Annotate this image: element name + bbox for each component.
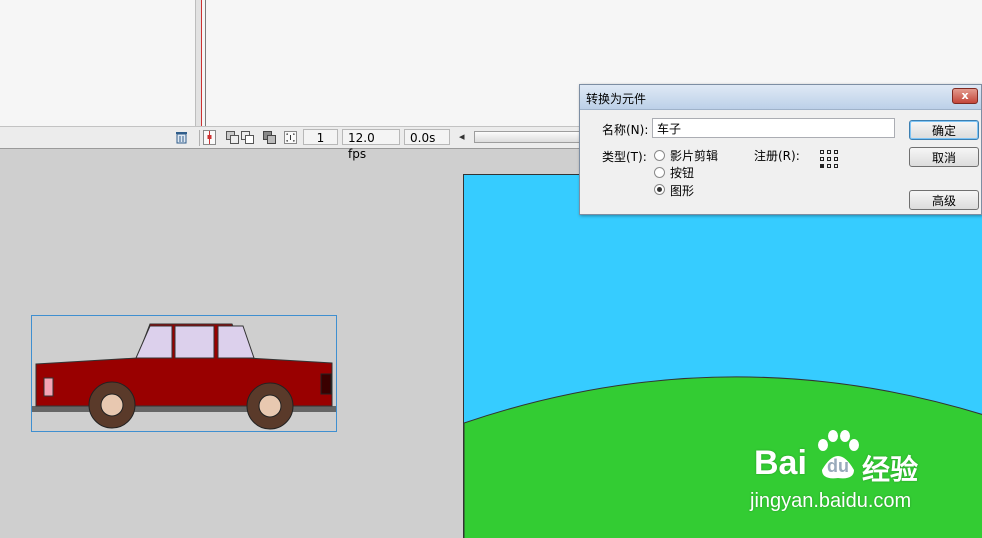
type-button-radio[interactable] [654,167,665,178]
registration-grid[interactable] [820,150,840,170]
current-frame-field: 1 [303,129,338,145]
onion-markers-icon[interactable] [284,131,297,144]
car-graphic [32,323,336,430]
timeline-scrollbar[interactable] [474,131,582,143]
playhead-edge [205,0,206,126]
car-hub-front [258,394,282,418]
car-window-front [135,325,173,359]
car-hub-rear [100,393,124,417]
baidu-watermark: Bai du 经验 jingyan.baidu.com [748,428,980,518]
watermark-url: jingyan.baidu.com [750,490,912,512]
close-button[interactable]: x [952,88,978,104]
watermark-brand-tail: du [827,456,849,476]
car-window-rear [217,325,255,359]
toolbar-separator [199,130,200,146]
onion-skin-icon[interactable] [226,131,239,144]
type-movieclip-radio[interactable] [654,150,665,161]
watermark-suffix: 经验 [862,454,919,485]
center-frame-icon[interactable] [203,130,216,145]
car-head-light [320,373,332,395]
type-graphic-label[interactable]: 图形 [670,182,694,199]
car-window-middle [174,325,215,359]
elapsed-time-field: 0.0s [404,129,450,145]
dialog-title: 转换为元件 [586,92,647,106]
onion-outline-icon[interactable] [241,131,254,144]
type-label: 类型(T): [602,150,647,164]
close-icon: x [961,89,969,102]
watermark-brand: Bai [754,444,807,482]
car-selection-box[interactable] [31,315,337,432]
advanced-button[interactable]: 高级 [909,190,979,210]
symbol-name-input[interactable] [652,118,895,138]
scroll-left-icon[interactable]: ◂ [459,130,465,143]
registration-label: 注册(R): [754,149,800,163]
type-movieclip-label[interactable]: 影片剪辑 [670,147,718,164]
name-label: 名称(N): [602,123,649,137]
dialog-titlebar[interactable]: 转换为元件 x [580,85,981,110]
type-button-label[interactable]: 按钮 [670,164,694,181]
playhead[interactable] [201,0,202,126]
trash-icon[interactable] [175,131,188,144]
edit-multiple-icon[interactable] [263,131,276,144]
frame-rate-field[interactable]: 12.0 fps [342,129,400,161]
type-graphic-radio[interactable] [654,184,665,195]
car-tail-light [43,377,54,397]
convert-to-symbol-dialog: 转换为元件 x 名称(N): 类型(T): 影片剪辑 按钮 图形 注册(R): … [579,84,982,215]
ok-button[interactable]: 确定 [909,120,979,140]
cancel-button[interactable]: 取消 [909,147,979,167]
